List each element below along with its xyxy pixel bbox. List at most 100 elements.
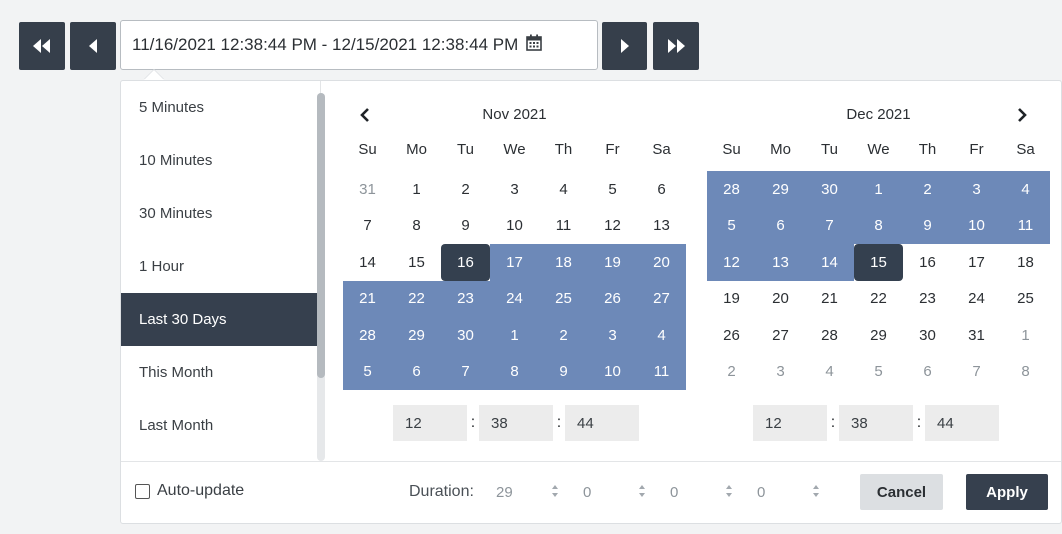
spinner-arrows-icon[interactable] (638, 484, 646, 502)
calendar-day[interactable]: 8 (490, 353, 539, 390)
calendar-day[interactable]: 16 (441, 244, 490, 281)
calendar-day[interactable]: 8 (392, 208, 441, 245)
calendar-day[interactable]: 28 (805, 317, 854, 354)
calendar-day[interactable]: 18 (539, 244, 588, 281)
calendar-day[interactable]: 22 (392, 280, 441, 317)
calendar-day[interactable]: 23 (903, 281, 952, 318)
preset-item[interactable]: 10 Minutes (121, 134, 320, 187)
preset-item[interactable]: 5 Minutes (121, 81, 320, 134)
calendar-day[interactable]: 31 (343, 171, 392, 208)
calendar-day[interactable]: 12 (707, 244, 756, 281)
calendar-day[interactable]: 20 (637, 244, 686, 281)
calendar-day[interactable]: 29 (756, 171, 805, 208)
start-second-input[interactable]: 44 (565, 405, 639, 441)
calendar-day[interactable]: 6 (392, 353, 441, 390)
calendar-day[interactable]: 30 (805, 171, 854, 208)
calendar-day[interactable]: 10 (490, 208, 539, 245)
calendar-day[interactable]: 23 (441, 280, 490, 317)
calendar-day[interactable]: 22 (854, 281, 903, 318)
calendar-day[interactable]: 18 (1001, 244, 1050, 281)
duration-seconds-spinner[interactable]: 0 (749, 473, 828, 511)
calendar-day[interactable]: 9 (441, 208, 490, 245)
calendar-day[interactable]: 10 (588, 353, 637, 390)
calendar-day[interactable]: 14 (805, 244, 854, 281)
calendar-day[interactable]: 9 (539, 353, 588, 390)
calendar-day[interactable]: 2 (539, 317, 588, 354)
preset-item[interactable]: 1 Hour (121, 240, 320, 293)
calendar-day[interactable]: 11 (539, 208, 588, 245)
calendar-day[interactable]: 21 (343, 280, 392, 317)
calendar-day[interactable]: 27 (756, 317, 805, 354)
calendar-day[interactable]: 29 (392, 317, 441, 354)
calendar-day[interactable]: 10 (952, 207, 1001, 244)
calendar-day[interactable]: 7 (805, 207, 854, 244)
start-minute-input[interactable]: 38 (479, 405, 553, 441)
end-minute-input[interactable]: 38 (839, 405, 913, 441)
calendar-day[interactable]: 30 (903, 317, 952, 354)
calendar-day[interactable]: 17 (490, 244, 539, 281)
end-second-input[interactable]: 44 (925, 405, 999, 441)
calendar-day[interactable]: 3 (588, 317, 637, 354)
calendar-day[interactable]: 5 (854, 354, 903, 391)
jump-back-button[interactable] (19, 22, 65, 70)
calendar-day[interactable]: 1 (490, 317, 539, 354)
calendar-day[interactable]: 9 (903, 207, 952, 244)
calendar-day[interactable]: 4 (805, 354, 854, 391)
preset-item[interactable]: Last 30 Days (121, 293, 320, 346)
calendar-day[interactable]: 27 (637, 280, 686, 317)
step-forward-button[interactable] (602, 22, 647, 70)
calendar-day[interactable]: 15 (854, 244, 903, 281)
calendar-day[interactable]: 1 (854, 171, 903, 208)
preset-scrollbar[interactable] (317, 93, 325, 461)
preset-item[interactable]: 30 Minutes (121, 187, 320, 240)
cancel-button[interactable]: Cancel (860, 474, 943, 510)
step-back-button[interactable] (70, 22, 116, 70)
calendar-day[interactable]: 2 (707, 354, 756, 391)
calendar-day[interactable]: 24 (952, 281, 1001, 318)
calendar-day[interactable]: 19 (588, 244, 637, 281)
next-month-icon[interactable] (1012, 104, 1032, 126)
calendar-day[interactable]: 7 (952, 354, 1001, 391)
calendar-day[interactable]: 11 (1001, 207, 1050, 244)
calendar-day[interactable]: 15 (392, 244, 441, 281)
calendar-day[interactable]: 13 (637, 208, 686, 245)
calendar-day[interactable]: 26 (588, 280, 637, 317)
calendar-day[interactable]: 4 (539, 171, 588, 208)
calendar-day[interactable]: 6 (903, 354, 952, 391)
calendar-day[interactable]: 25 (539, 280, 588, 317)
calendar-day[interactable]: 14 (343, 244, 392, 281)
preset-item[interactable]: Last Month (121, 399, 320, 452)
end-hour-input[interactable]: 12 (753, 405, 827, 441)
calendar-day[interactable]: 2 (903, 171, 952, 208)
spinner-arrows-icon[interactable] (551, 484, 559, 502)
apply-button[interactable]: Apply (966, 474, 1048, 510)
calendar-day[interactable]: 4 (1001, 171, 1050, 208)
calendar-day[interactable]: 16 (903, 244, 952, 281)
calendar-day[interactable]: 5 (343, 353, 392, 390)
calendar-day[interactable]: 13 (756, 244, 805, 281)
calendar-day[interactable]: 24 (490, 280, 539, 317)
calendar-day[interactable]: 5 (707, 207, 756, 244)
calendar-day[interactable]: 6 (756, 207, 805, 244)
calendar-day[interactable]: 3 (756, 354, 805, 391)
calendar-day[interactable]: 12 (588, 208, 637, 245)
calendar-day[interactable]: 8 (1001, 354, 1050, 391)
jump-forward-button[interactable] (653, 22, 699, 70)
duration-minutes-spinner[interactable]: 0 (662, 473, 741, 511)
calendar-day[interactable]: 17 (952, 244, 1001, 281)
calendar-day[interactable]: 3 (952, 171, 1001, 208)
calendar-icon[interactable] (526, 34, 543, 56)
calendar-day[interactable]: 28 (707, 171, 756, 208)
calendar-day[interactable]: 7 (441, 353, 490, 390)
duration-days-spinner[interactable]: 29 (488, 473, 567, 511)
calendar-day[interactable]: 5 (588, 171, 637, 208)
preset-item[interactable]: This Month (121, 346, 320, 399)
calendar-day[interactable]: 25 (1001, 281, 1050, 318)
calendar-day[interactable]: 7 (343, 208, 392, 245)
auto-update-toggle[interactable]: Auto-update (135, 482, 244, 500)
calendar-day[interactable]: 29 (854, 317, 903, 354)
spinner-arrows-icon[interactable] (725, 484, 733, 502)
duration-hours-spinner[interactable]: 0 (575, 473, 654, 511)
calendar-day[interactable]: 31 (952, 317, 1001, 354)
date-range-field[interactable]: 11/16/2021 12:38:44 PM - 12/15/2021 12:3… (120, 20, 598, 70)
